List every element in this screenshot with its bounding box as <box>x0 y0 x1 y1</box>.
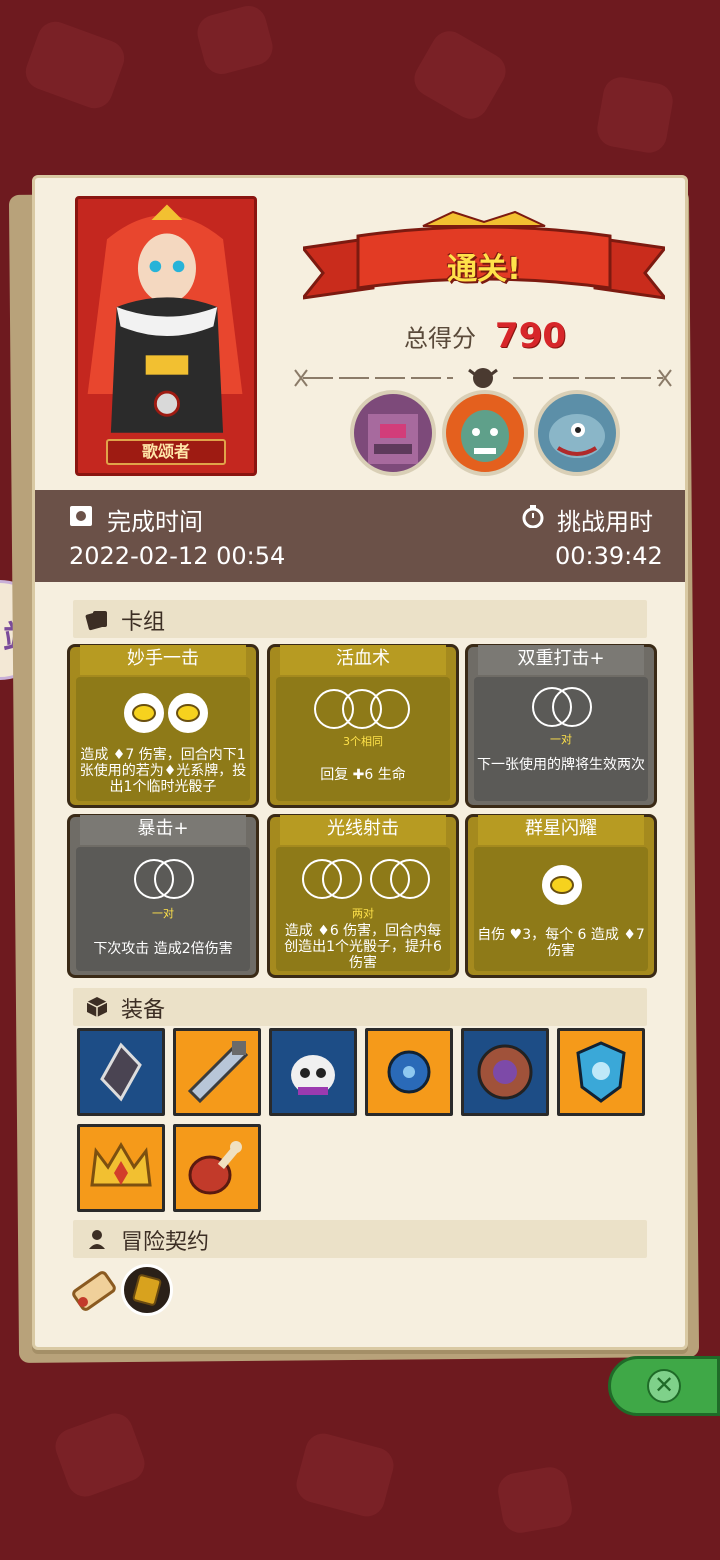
ham-leg-icon[interactable] <box>173 1124 261 1212</box>
dice-slot-icon <box>154 859 194 899</box>
gold-crown-icon[interactable] <box>77 1124 165 1212</box>
card-description: 回复 ✚6 生命 <box>320 767 406 783</box>
stopwatch-icon <box>522 505 544 528</box>
close-button[interactable]: ✕ <box>608 1356 720 1416</box>
card-title: 双重打击+ <box>478 645 644 675</box>
card-miaoshou[interactable]: 妙手一击 造成 ♦7 伤害，回合内下1张使用的若为♦光系牌，投出1个临时光骰子 <box>67 644 259 808</box>
defeated-bosses <box>350 390 620 480</box>
result-panel: 歌颂者 通关! 总得分 790 完成时间 2022-02-12 00:54 挑战… <box>32 175 688 1350</box>
finish-time-label: 完成时间 <box>107 508 203 536</box>
card-body: 两对 造成 ♦6 伤害，回合内每创造出1个光骰子，提升6伤害 <box>276 847 450 971</box>
box-icon <box>86 997 108 1017</box>
card-qunxing[interactable]: 群星闪耀 自伤 ♥3，每个 6 造成 ♦7 伤害 <box>465 814 657 978</box>
divider-ornament-icon <box>294 368 672 388</box>
deck-section-header: 卡组 <box>73 600 647 638</box>
deck-title: 卡组 <box>121 610 166 635</box>
card-description: 下次攻击 造成2倍伤害 <box>93 941 233 957</box>
challenge-time-value: 00:39:42 <box>555 542 663 570</box>
dice-token-icon[interactable] <box>121 1264 173 1316</box>
finish-time-value: 2022-02-12 00:54 <box>69 542 286 570</box>
dice-slot-icon <box>370 689 410 729</box>
score-value: 790 <box>495 316 567 356</box>
card-requirement: 两对 <box>352 907 374 920</box>
spiked-ball-icon[interactable] <box>365 1028 453 1116</box>
card-description: 造成 ♦7 伤害，回合内下1张使用的若为♦光系牌，投出1个临时光骰子 <box>79 747 247 795</box>
card-requirement: 一对 <box>550 733 572 746</box>
dice-slot-icon <box>168 693 208 733</box>
card-title: 活血术 <box>280 645 446 675</box>
card-body: 造成 ♦7 伤害，回合内下1张使用的若为♦光系牌，投出1个临时光骰子 <box>76 677 250 801</box>
card-title: 妙手一击 <box>80 645 246 675</box>
contracts-section-header: 冒险契约 <box>73 1220 647 1258</box>
boss-beast-icon[interactable] <box>534 390 620 476</box>
equipment-title: 装备 <box>121 998 166 1023</box>
dice-slot-icon <box>542 865 582 905</box>
card-baoji[interactable]: 暴击+ 一对 下次攻击 造成2倍伤害 <box>67 814 259 978</box>
scroll-icon[interactable] <box>69 1266 119 1316</box>
card-title: 暴击+ <box>80 815 246 845</box>
person-icon <box>89 1230 105 1249</box>
boss-orc-icon[interactable] <box>442 390 528 476</box>
card-huoxue[interactable]: 活血术 3个相同 回复 ✚6 生命 <box>267 644 459 808</box>
banner-title: 通关! <box>447 252 521 287</box>
card-title: 群星闪耀 <box>478 815 644 845</box>
equipment-section-header: 装备 <box>73 988 647 1026</box>
contracts-title: 冒险契约 <box>121 1230 210 1255</box>
dice-slot-icon <box>322 859 362 899</box>
serrated-blade-icon[interactable] <box>173 1028 261 1116</box>
card-description: 造成 ♦6 伤害，回合内每创造出1个光骰子，提升6伤害 <box>284 923 442 971</box>
card-body: 一对 下次攻击 造成2倍伤害 <box>76 847 250 971</box>
round-shield-icon[interactable] <box>461 1028 549 1116</box>
close-icon: ✕ <box>647 1369 681 1403</box>
card-requirement: 一对 <box>152 907 174 920</box>
dice-slot-icon <box>552 687 592 727</box>
score-label: 总得分 <box>403 324 476 353</box>
boss-golem-icon[interactable] <box>350 390 436 476</box>
challenge-time-label: 挑战用时 <box>557 508 653 536</box>
score-row: 总得分 790 <box>335 316 635 356</box>
card-shuangchong[interactable]: 双重打击+ 一对 下一张使用的牌将生效两次 <box>465 644 657 808</box>
hero-name: 歌颂者 <box>106 439 226 465</box>
hero-portrait: 歌颂者 <box>75 196 257 476</box>
card-requirement: 3个相同 <box>343 735 383 748</box>
ice-crest-icon[interactable] <box>557 1028 645 1116</box>
card-body: 一对 下一张使用的牌将生效两次 <box>474 677 648 801</box>
dice-slot-icon <box>124 693 164 733</box>
card-title: 光线射击 <box>280 815 446 845</box>
film-icon <box>70 506 92 526</box>
dark-crystal-icon[interactable] <box>77 1028 165 1116</box>
hero-art-icon <box>87 204 243 433</box>
victory-banner: 通关! <box>299 208 669 308</box>
card-guangxian[interactable]: 光线射击 两对 造成 ♦6 伤害，回合内每创造出1个光骰子，提升6伤害 <box>267 814 459 978</box>
card-description: 自伤 ♥3，每个 6 造成 ♦7 伤害 <box>477 927 645 959</box>
cards-icon <box>85 611 107 631</box>
horned-skull-icon[interactable] <box>269 1028 357 1116</box>
card-body: 自伤 ♥3，每个 6 造成 ♦7 伤害 <box>474 847 648 971</box>
card-body: 3个相同 回复 ✚6 生命 <box>276 677 450 801</box>
dice-slot-icon <box>390 859 430 899</box>
card-description: 下一张使用的牌将生效两次 <box>477 757 645 773</box>
time-bar: 完成时间 2022-02-12 00:54 挑战用时 00:39:42 <box>35 490 685 582</box>
